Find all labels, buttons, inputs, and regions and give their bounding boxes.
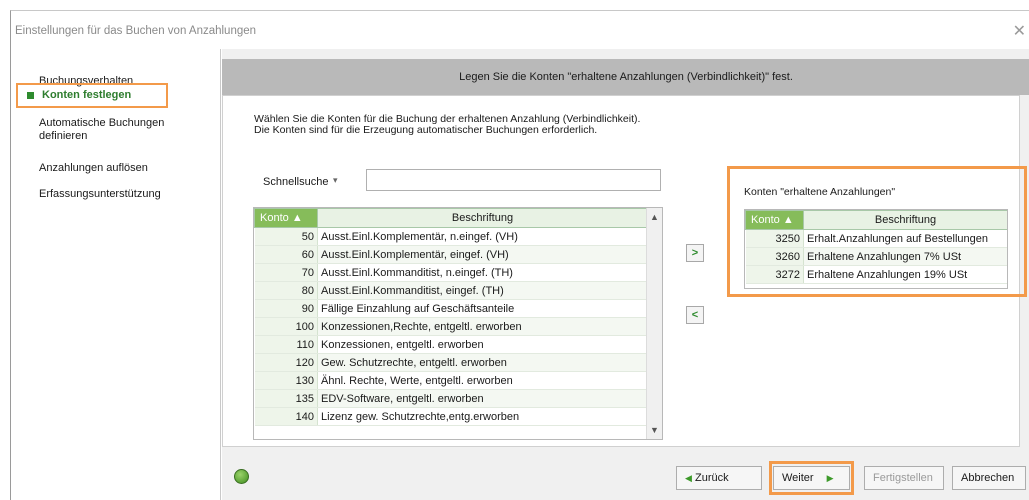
arrow-right-icon: ▶ xyxy=(826,473,834,483)
cell-beschriftung: Gew. Schutzrechte, entgeltl. erworben xyxy=(317,353,648,372)
available-accounts-table: Konto ▲ Beschriftung 50 Ausst.Einl.Komple… xyxy=(253,207,663,440)
help-icon[interactable] xyxy=(234,469,249,484)
quick-search-label: Schnellsuche xyxy=(263,176,329,188)
cell-beschriftung: Ausst.Einl.Komplementär, eingef. (VH) xyxy=(317,245,648,264)
cell-konto: 110 xyxy=(254,335,318,354)
back-button-label: Zurück xyxy=(694,472,729,484)
arrow-left-icon: < xyxy=(691,309,699,321)
sidebar-item-label: Konten festlegen xyxy=(42,89,132,101)
cell-beschriftung: Ähnl. Rechte, Werte, entgeltl. erworben xyxy=(317,371,648,390)
selected-accounts-table: Konto ▲ Beschriftung 3250 Erhalt.Anzahlun… xyxy=(744,209,1008,289)
table-row[interactable]: 140 Lizenz gew. Schutzrechte,entg.erworbe… xyxy=(254,407,648,426)
table-row[interactable]: 90 Fällige Einzahlung auf Geschäftsanteil… xyxy=(254,299,648,318)
selected-accounts-label: Konten "erhaltene Anzahlungen" xyxy=(744,186,896,198)
selected-accounts-panel: Konten "erhaltene Anzahlungen" Konto ▲ B… xyxy=(727,166,1027,297)
sort-asc-icon: ▲ xyxy=(782,214,794,226)
scroll-up-icon[interactable]: ▲ xyxy=(650,212,659,222)
sidebar-item-erfassungsunterstuetzung[interactable]: Erfassungsunterstützung xyxy=(39,188,209,201)
arrow-left-icon: ◀ xyxy=(685,473,692,483)
arrow-right-icon: > xyxy=(691,247,699,259)
table-row[interactable]: 70 Ausst.Einl.Kommanditist, n.eingef. (TH… xyxy=(254,263,648,282)
table-row[interactable]: 135 EDV-Software, entgeltl. erworben xyxy=(254,389,648,408)
instruction-line-2: Die Konten sind für die Erzeugung automa… xyxy=(254,124,598,136)
cell-beschriftung: Konzessionen,Rechte, entgeltl. erworben xyxy=(317,317,648,336)
wizard-steps-sidebar: Buchungsverhalten Konten festlegen Autom… xyxy=(11,49,221,500)
cell-beschriftung: Ausst.Einl.Komplementär, n.eingef. (VH) xyxy=(317,227,648,246)
cell-beschriftung: Erhaltene Anzahlungen 19% USt xyxy=(803,265,1007,284)
cell-beschriftung: Lizenz gew. Schutzrechte,entg.erworben xyxy=(317,407,648,426)
table-row[interactable]: 80 Ausst.Einl.Kommanditist, eingef. (TH) xyxy=(254,281,648,300)
cell-konto: 60 xyxy=(254,245,318,264)
cell-beschriftung: EDV-Software, entgeltl. erworben xyxy=(317,389,648,408)
quick-search-options-icon[interactable]: ▾ xyxy=(333,175,338,186)
cell-konto: 140 xyxy=(254,407,318,426)
cell-beschriftung: Ausst.Einl.Kommanditist, eingef. (TH) xyxy=(317,281,648,300)
close-icon[interactable]: ✕ xyxy=(1013,21,1026,41)
column-header-konto-label: Konto xyxy=(751,214,780,226)
banner-text: Legen Sie die Konten "erhaltene Anzahlun… xyxy=(459,71,793,83)
table-row[interactable]: 100 Konzessionen,Rechte, entgeltl. erworb… xyxy=(254,317,648,336)
finish-button[interactable]: Fertigstellen xyxy=(864,466,944,490)
column-header-konto[interactable]: Konto ▲ xyxy=(254,208,318,228)
cell-konto: 3250 xyxy=(745,229,804,248)
sidebar-item-konten-festlegen[interactable]: Konten festlegen xyxy=(16,83,168,108)
wizard-footer: ◀ Zurück Weiter ▶ Fertigstellen Abbreche… xyxy=(222,447,1029,500)
content-area: Wählen Sie die Konten für die Buchung de… xyxy=(222,95,1027,447)
active-step-bullet-icon xyxy=(27,92,34,99)
cell-beschriftung: Ausst.Einl.Kommanditist, n.eingef. (TH) xyxy=(317,263,648,282)
cell-konto: 120 xyxy=(254,353,318,372)
table-row[interactable]: 3250 Erhalt.Anzahlungen auf Bestellungen xyxy=(745,229,1007,248)
cell-konto: 90 xyxy=(254,299,318,318)
table-row[interactable]: 60 Ausst.Einl.Komplementär, eingef. (VH) xyxy=(254,245,648,264)
remove-account-button[interactable]: < xyxy=(686,306,704,324)
window-title: Einstellungen für das Buchen von Anzahlu… xyxy=(15,25,257,37)
cell-konto: 135 xyxy=(254,389,318,408)
cell-beschriftung: Erhaltene Anzahlungen 7% USt xyxy=(803,247,1007,266)
next-button-label: Weiter xyxy=(782,472,814,484)
cell-konto: 80 xyxy=(254,281,318,300)
vertical-scrollbar[interactable]: ▲ ▼ xyxy=(646,208,662,439)
sort-asc-icon: ▲ xyxy=(291,212,303,224)
cell-beschriftung: Konzessionen, entgeltl. erworben xyxy=(317,335,648,354)
next-button[interactable]: Weiter ▶ xyxy=(773,466,850,490)
table-row[interactable]: 50 Ausst.Einl.Komplementär, n.eingef. (VH… xyxy=(254,227,648,246)
back-button[interactable]: ◀ Zurück xyxy=(676,466,762,490)
title-bar: Einstellungen für das Buchen von Anzahlu… xyxy=(11,11,1029,49)
sidebar-item-anzahlungen-aufloesen[interactable]: Anzahlungen auflösen xyxy=(39,162,209,175)
cell-beschriftung: Fällige Einzahlung auf Geschäftsanteile xyxy=(317,299,648,318)
cell-konto: 3272 xyxy=(745,265,804,284)
table-row[interactable]: 3272 Erhaltene Anzahlungen 19% USt xyxy=(745,265,1007,284)
table-row[interactable]: 120 Gew. Schutzrechte, entgeltl. erworben xyxy=(254,353,648,372)
scroll-down-icon[interactable]: ▼ xyxy=(650,425,659,435)
column-header-beschriftung[interactable]: Beschriftung xyxy=(317,208,648,228)
column-header-beschriftung[interactable]: Beschriftung xyxy=(803,210,1007,230)
instruction-text: Wählen Sie die Konten für die Buchung de… xyxy=(254,114,640,136)
table-row[interactable]: 3260 Erhaltene Anzahlungen 7% USt xyxy=(745,247,1007,266)
table-row[interactable]: 110 Konzessionen, entgeltl. erworben xyxy=(254,335,648,354)
cell-konto: 70 xyxy=(254,263,318,282)
cell-konto: 50 xyxy=(254,227,318,246)
column-header-konto[interactable]: Konto ▲ xyxy=(745,210,804,230)
cell-konto: 130 xyxy=(254,371,318,390)
table-row[interactable]: 130 Ähnl. Rechte, Werte, entgeltl. erworb… xyxy=(254,371,648,390)
add-account-button[interactable]: > xyxy=(686,244,704,262)
dialog-window: Einstellungen für das Buchen von Anzahlu… xyxy=(10,10,1029,500)
cell-beschriftung: Erhalt.Anzahlungen auf Bestellungen xyxy=(803,229,1007,248)
sidebar-item-automatische-buchungen[interactable]: Automatische Buchungen definieren xyxy=(39,117,209,143)
cancel-button[interactable]: Abbrechen xyxy=(952,466,1026,490)
step-banner: Legen Sie die Konten "erhaltene Anzahlun… xyxy=(222,59,1029,95)
cell-konto: 3260 xyxy=(745,247,804,266)
quick-search-input[interactable] xyxy=(366,169,661,191)
main-panel: Legen Sie die Konten "erhaltene Anzahlun… xyxy=(222,49,1029,500)
column-header-konto-label: Konto xyxy=(260,212,289,224)
cell-konto: 100 xyxy=(254,317,318,336)
